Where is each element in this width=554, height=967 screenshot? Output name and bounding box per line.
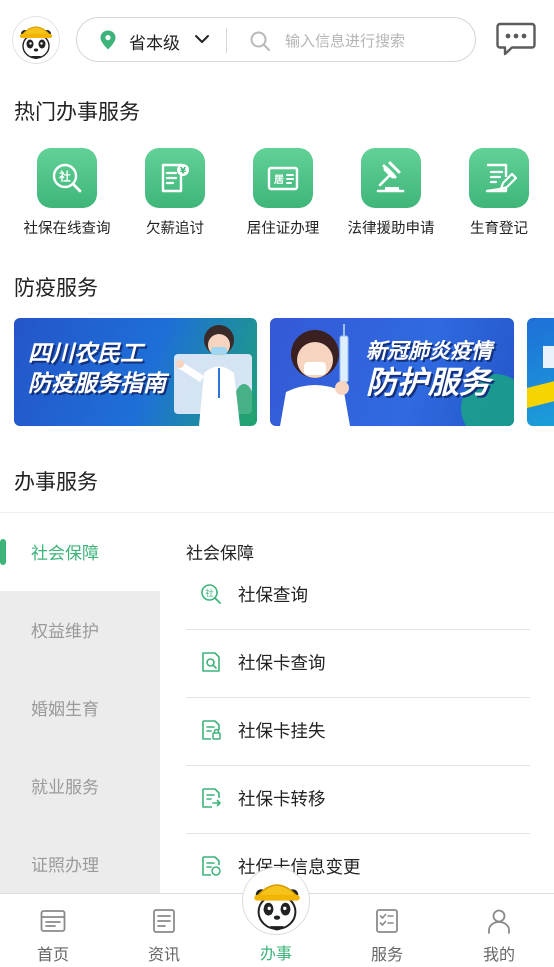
sidebar-item-label: 婚姻生育 bbox=[31, 700, 99, 720]
avatar[interactable] bbox=[12, 16, 60, 64]
panda-mascot-icon bbox=[12, 16, 60, 64]
hot-service-icon-bg: 居 bbox=[253, 148, 313, 208]
chevron-down-icon[interactable] bbox=[194, 32, 210, 46]
banner-title-line2: 防护服务 bbox=[366, 365, 490, 401]
search-icon bbox=[250, 31, 270, 51]
service-row-card-transfer[interactable]: 社保卡转移 bbox=[186, 766, 530, 834]
mascot-icon bbox=[254, 884, 300, 931]
edit-document-icon bbox=[485, 163, 517, 193]
card-lock-icon bbox=[202, 720, 221, 740]
nav-label: 我的 bbox=[482, 945, 515, 964]
user-icon bbox=[488, 909, 510, 934]
service-row-label: 社保查询 bbox=[238, 586, 308, 606]
nav-label: 首页 bbox=[36, 945, 69, 964]
banner-next-partial[interactable] bbox=[527, 318, 554, 426]
social-security-search-icon: 社 bbox=[201, 584, 221, 604]
hot-service-wage-recovery[interactable]: ¥ 欠薪追讨 bbox=[120, 148, 230, 238]
card-search-icon bbox=[202, 652, 220, 672]
epidemic-services-title: 防疫服务 bbox=[14, 276, 98, 300]
app-screen: 省本级 热门办事服务 社 bbox=[0, 0, 554, 967]
service-list-panel: 社会保障 社 社保查询 社保卡查询 社保卡挂失 社保卡转移 社保卡信息变更 bbox=[160, 513, 554, 893]
hot-service-label: 法律援助申请 bbox=[347, 221, 435, 237]
gavel-icon bbox=[376, 161, 405, 193]
nav-label: 服务 bbox=[370, 945, 403, 964]
service-row-label: 社保卡查询 bbox=[238, 654, 326, 674]
sidebar-item-label: 证照办理 bbox=[31, 856, 99, 876]
residence-card-icon: 居 bbox=[267, 166, 299, 191]
category-heading: 社会保障 bbox=[186, 544, 254, 564]
nav-profile[interactable]: 我的 bbox=[459, 894, 539, 967]
wage-document-icon: ¥ bbox=[161, 163, 189, 193]
service-list-icon bbox=[376, 909, 398, 933]
active-indicator bbox=[0, 539, 6, 565]
banner-partial-art bbox=[527, 346, 554, 408]
card-edit-icon bbox=[202, 856, 221, 876]
services-title: 办事服务 bbox=[14, 470, 98, 494]
service-row-card-loss-report[interactable]: 社保卡挂失 bbox=[186, 698, 530, 766]
hot-service-residence-permit[interactable]: 居 居住证办理 bbox=[228, 148, 338, 238]
sidebar-item-marriage-birth[interactable]: 婚姻生育 bbox=[0, 669, 160, 747]
service-row-card-query[interactable]: 社保卡查询 bbox=[186, 630, 530, 698]
service-row-label: 社保卡挂失 bbox=[238, 722, 326, 742]
nav-label: 办事 bbox=[259, 944, 292, 963]
svg-text:居: 居 bbox=[274, 174, 284, 186]
sidebar-item-label: 权益维护 bbox=[31, 622, 99, 642]
hot-services-grid: 社 社保在线查询 ¥ 欠薪追讨 居 居住证办理 法律援助申请 生育登记 bbox=[0, 148, 554, 243]
sidebar-item-rights-protection[interactable]: 权益维护 bbox=[0, 591, 160, 669]
banner-covid-protection[interactable]: 新冠肺炎疫情 防护服务 bbox=[270, 318, 514, 426]
social-security-search-icon: 社 bbox=[52, 163, 82, 193]
sidebar-item-social-security[interactable]: 社会保障 bbox=[0, 513, 160, 591]
banner-title-line1: 四川农民工 bbox=[28, 341, 143, 367]
card-transfer-icon bbox=[202, 788, 221, 808]
nav-label: 资讯 bbox=[147, 945, 180, 964]
banner-migrant-worker-guide[interactable]: 四川农民工 防疫服务指南 bbox=[14, 318, 257, 426]
hot-service-icon-bg: 社 bbox=[37, 148, 97, 208]
sidebar-item-certificates[interactable]: 证照办理 bbox=[0, 825, 160, 903]
location-search-bar: 省本级 bbox=[76, 17, 476, 62]
sidebar-item-label: 社会保障 bbox=[31, 544, 99, 564]
search-divider bbox=[226, 28, 227, 53]
sidebar-item-label: 就业服务 bbox=[31, 778, 99, 798]
hot-service-social-security-query[interactable]: 社 社保在线查询 bbox=[12, 148, 122, 238]
search-input[interactable] bbox=[285, 28, 465, 53]
hot-service-label: 生育登记 bbox=[470, 221, 528, 237]
location-selector[interactable]: 省本级 bbox=[129, 29, 180, 54]
news-icon bbox=[153, 909, 175, 933]
center-mascot-badge bbox=[242, 867, 310, 935]
nav-service[interactable]: 服务 bbox=[347, 894, 427, 967]
hot-services-title: 热门办事服务 bbox=[14, 100, 140, 124]
hot-service-icon-bg bbox=[469, 148, 529, 208]
banner-title-line2: 防疫服务指南 bbox=[28, 371, 166, 397]
hot-service-label: 社保在线查询 bbox=[23, 221, 111, 237]
hot-service-label: 居住证办理 bbox=[246, 221, 320, 237]
nav-services-center[interactable]: 办事 bbox=[236, 867, 316, 967]
service-row-label: 社保卡转移 bbox=[238, 790, 326, 810]
top-header: 省本级 bbox=[0, 0, 554, 80]
nav-news[interactable]: 资讯 bbox=[124, 894, 204, 967]
bottom-navigation: 首页 资讯 办事 服务 我的 bbox=[0, 867, 554, 967]
sidebar-item-employment[interactable]: 就业服务 bbox=[0, 747, 160, 825]
hot-service-label: 欠薪追讨 bbox=[146, 221, 204, 237]
hot-service-icon-bg: ¥ bbox=[145, 148, 205, 208]
service-row-social-security-query[interactable]: 社 社保查询 bbox=[186, 562, 530, 630]
svg-text:¥: ¥ bbox=[180, 167, 187, 177]
hot-service-legal-aid[interactable]: 法律援助申请 bbox=[336, 148, 446, 238]
home-icon bbox=[40, 910, 66, 932]
service-category-sidebar: 社会保障 权益维护 婚姻生育 就业服务 证照办理 bbox=[0, 513, 160, 903]
svg-text:社: 社 bbox=[205, 588, 214, 599]
hot-service-icon-bg bbox=[361, 148, 421, 208]
message-icon[interactable] bbox=[496, 22, 536, 56]
location-pin-icon bbox=[100, 30, 116, 50]
svg-text:社: 社 bbox=[58, 170, 71, 184]
nav-home[interactable]: 首页 bbox=[13, 894, 93, 967]
hot-service-birth-registration[interactable]: 生育登记 bbox=[444, 148, 554, 238]
banner-title-line1: 新冠肺炎疫情 bbox=[366, 339, 492, 363]
